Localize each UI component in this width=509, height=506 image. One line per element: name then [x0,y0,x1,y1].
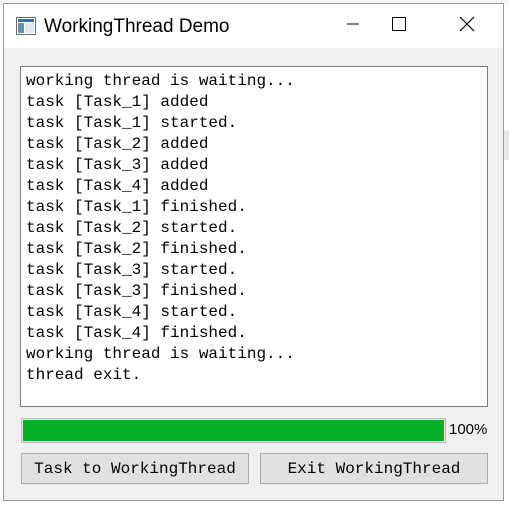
log-line: task [Task_2] finished. [26,240,247,258]
maximize-button[interactable] [376,4,422,48]
close-icon [459,16,475,37]
exit-workingthread-button[interactable]: Exit WorkingThread [260,453,488,484]
log-line: task [Task_1] finished. [26,198,247,216]
log-line: task [Task_1] started. [26,114,238,132]
log-output-textarea[interactable]: working thread is waiting... task [Task_… [20,66,488,407]
progress-bar [21,418,446,443]
log-line: thread exit. [26,366,142,384]
maximize-icon [392,16,406,36]
log-line: task [Task_2] started. [26,219,238,237]
window-title: WorkingThread Demo [44,16,230,37]
log-line: task [Task_3] added [26,156,209,174]
app-window-icon [16,17,36,35]
app-window: WorkingThread Demo working thread is wai… [3,3,504,501]
title-bar[interactable]: WorkingThread Demo [4,4,503,48]
log-line: task [Task_2] added [26,135,209,153]
minimize-icon [347,17,359,35]
progress-percent-label: 100% [449,421,488,438]
log-line: task [Task_1] added [26,93,209,111]
minimize-button[interactable] [330,4,376,48]
progress-bar-fill [23,420,444,441]
log-line: working thread is waiting... [26,72,295,90]
task-to-workingthread-button[interactable]: Task to WorkingThread [21,453,249,484]
log-line: working thread is waiting... [26,345,295,363]
log-line: task [Task_4] finished. [26,324,247,342]
log-line: task [Task_3] finished. [26,282,247,300]
log-line: task [Task_4] started. [26,303,238,321]
close-button[interactable] [444,4,490,48]
log-line: task [Task_3] started. [26,261,238,279]
log-line: task [Task_4] added [26,177,209,195]
